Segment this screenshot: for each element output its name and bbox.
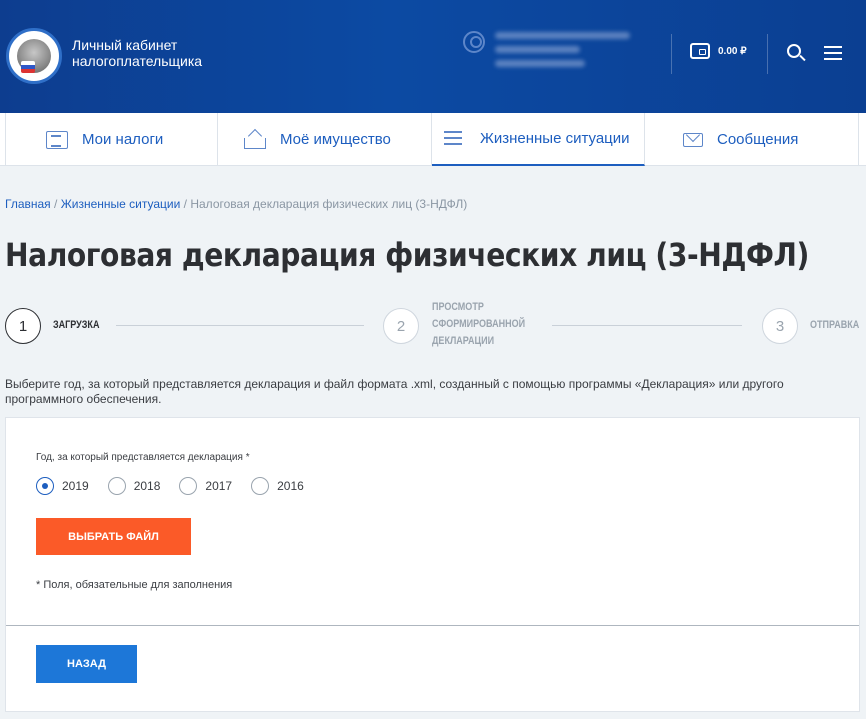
- nav-item-life-situations[interactable]: Жизненные ситуации: [432, 113, 645, 166]
- header-divider: [767, 34, 768, 74]
- search-icon[interactable]: [787, 44, 801, 58]
- instructions-text: Выберите год, за который представляется …: [5, 377, 784, 406]
- nav-item-my-taxes[interactable]: Мои налоги: [5, 113, 218, 166]
- breadcrumb-current: Налоговая декларация физических лиц (3-Н…: [190, 197, 468, 211]
- radio-label: 2016: [277, 479, 304, 493]
- nav-item-my-property[interactable]: Моё имущество: [218, 113, 432, 166]
- progress-stepper: 1 Загрузка 2 Просмотр сформированной дек…: [0, 298, 866, 354]
- required-fields-note: * Поля, обязательные для заполнения: [36, 579, 233, 591]
- envelope-icon: [683, 132, 703, 147]
- page-title: Налоговая декларация физических лиц (3-Н…: [5, 236, 809, 274]
- radio-label: 2019: [62, 479, 89, 493]
- list-icon: [444, 130, 466, 148]
- header-divider: [671, 34, 672, 74]
- radio-label: 2018: [133, 479, 161, 493]
- radio-unchecked-icon[interactable]: [107, 477, 126, 495]
- radio-checked-icon[interactable]: [36, 477, 54, 495]
- user-info-redacted[interactable]: [495, 28, 635, 74]
- flag-icon: [21, 61, 35, 73]
- nav-item-label: Моё имущество: [280, 131, 391, 148]
- menu-icon[interactable]: [824, 46, 842, 60]
- balance-amount[interactable]: 0.00 ₽: [718, 46, 747, 57]
- step-1-label: Загрузка: [53, 319, 100, 331]
- step-2-label-line: декларации: [432, 335, 495, 347]
- brand-line-1: Личный кабинет: [72, 37, 178, 53]
- back-button[interactable]: НАЗАД: [36, 645, 137, 683]
- year-radio-2016[interactable]: 2016: [251, 477, 304, 495]
- year-radio-2017[interactable]: 2017: [179, 477, 232, 495]
- nav-item-label: Мои налоги: [82, 131, 164, 148]
- year-field-label: Год, за который представляется деклараци…: [36, 452, 250, 463]
- year-radio-group: 2019 2018 2017 2016: [36, 477, 323, 495]
- breadcrumb-separator: /: [180, 197, 191, 211]
- property-icon: [244, 131, 266, 149]
- radio-unchecked-icon[interactable]: [179, 477, 198, 495]
- step-connector: [552, 325, 742, 326]
- year-radio-2018[interactable]: 2018: [107, 477, 161, 495]
- main-nav: Мои налоги Моё имущество Жизненные ситуа…: [0, 113, 866, 166]
- step-2-label-line: сформированной: [432, 318, 526, 330]
- breadcrumb-separator: /: [50, 197, 61, 211]
- fns-emblem-logo[interactable]: [6, 28, 62, 84]
- radio-unchecked-icon[interactable]: [251, 477, 270, 495]
- upload-form-card: Год, за который представляется деклараци…: [5, 417, 860, 712]
- step-3-circle: 3: [762, 308, 798, 344]
- step-2-label-line: Просмотр: [432, 301, 484, 313]
- app-header: Личный кабинет налогоплательщика 0.00 ₽: [0, 0, 866, 113]
- nav-item-label: Сообщения: [717, 131, 799, 148]
- breadcrumb: Главная / Жизненные ситуации / Налоговая…: [5, 197, 467, 211]
- breadcrumb-life-situations[interactable]: Жизненные ситуации: [61, 197, 181, 211]
- choose-file-button[interactable]: ВЫБРАТЬ ФАЙЛ: [36, 518, 191, 555]
- breadcrumb-home[interactable]: Главная: [5, 197, 51, 211]
- step-2-label: Просмотр сформированной декларации: [432, 299, 525, 350]
- step-connector: [116, 325, 364, 326]
- radio-label: 2017: [205, 479, 233, 493]
- nav-item-messages[interactable]: Сообщения: [645, 113, 859, 166]
- brand-line-2: налогоплательщика: [72, 53, 203, 69]
- taxes-icon: [46, 130, 68, 149]
- nav-item-label: Жизненные ситуации: [480, 130, 630, 147]
- brand-title[interactable]: Личный кабинет налогоплательщика: [72, 37, 202, 69]
- step-1-circle: 1: [5, 308, 41, 344]
- step-3-label: Отправка: [810, 319, 860, 331]
- step-2-circle: 2: [383, 308, 419, 344]
- user-icon[interactable]: [463, 31, 485, 53]
- year-radio-2019[interactable]: 2019: [36, 477, 89, 495]
- card-divider: [6, 625, 859, 626]
- wallet-icon[interactable]: [690, 43, 710, 59]
